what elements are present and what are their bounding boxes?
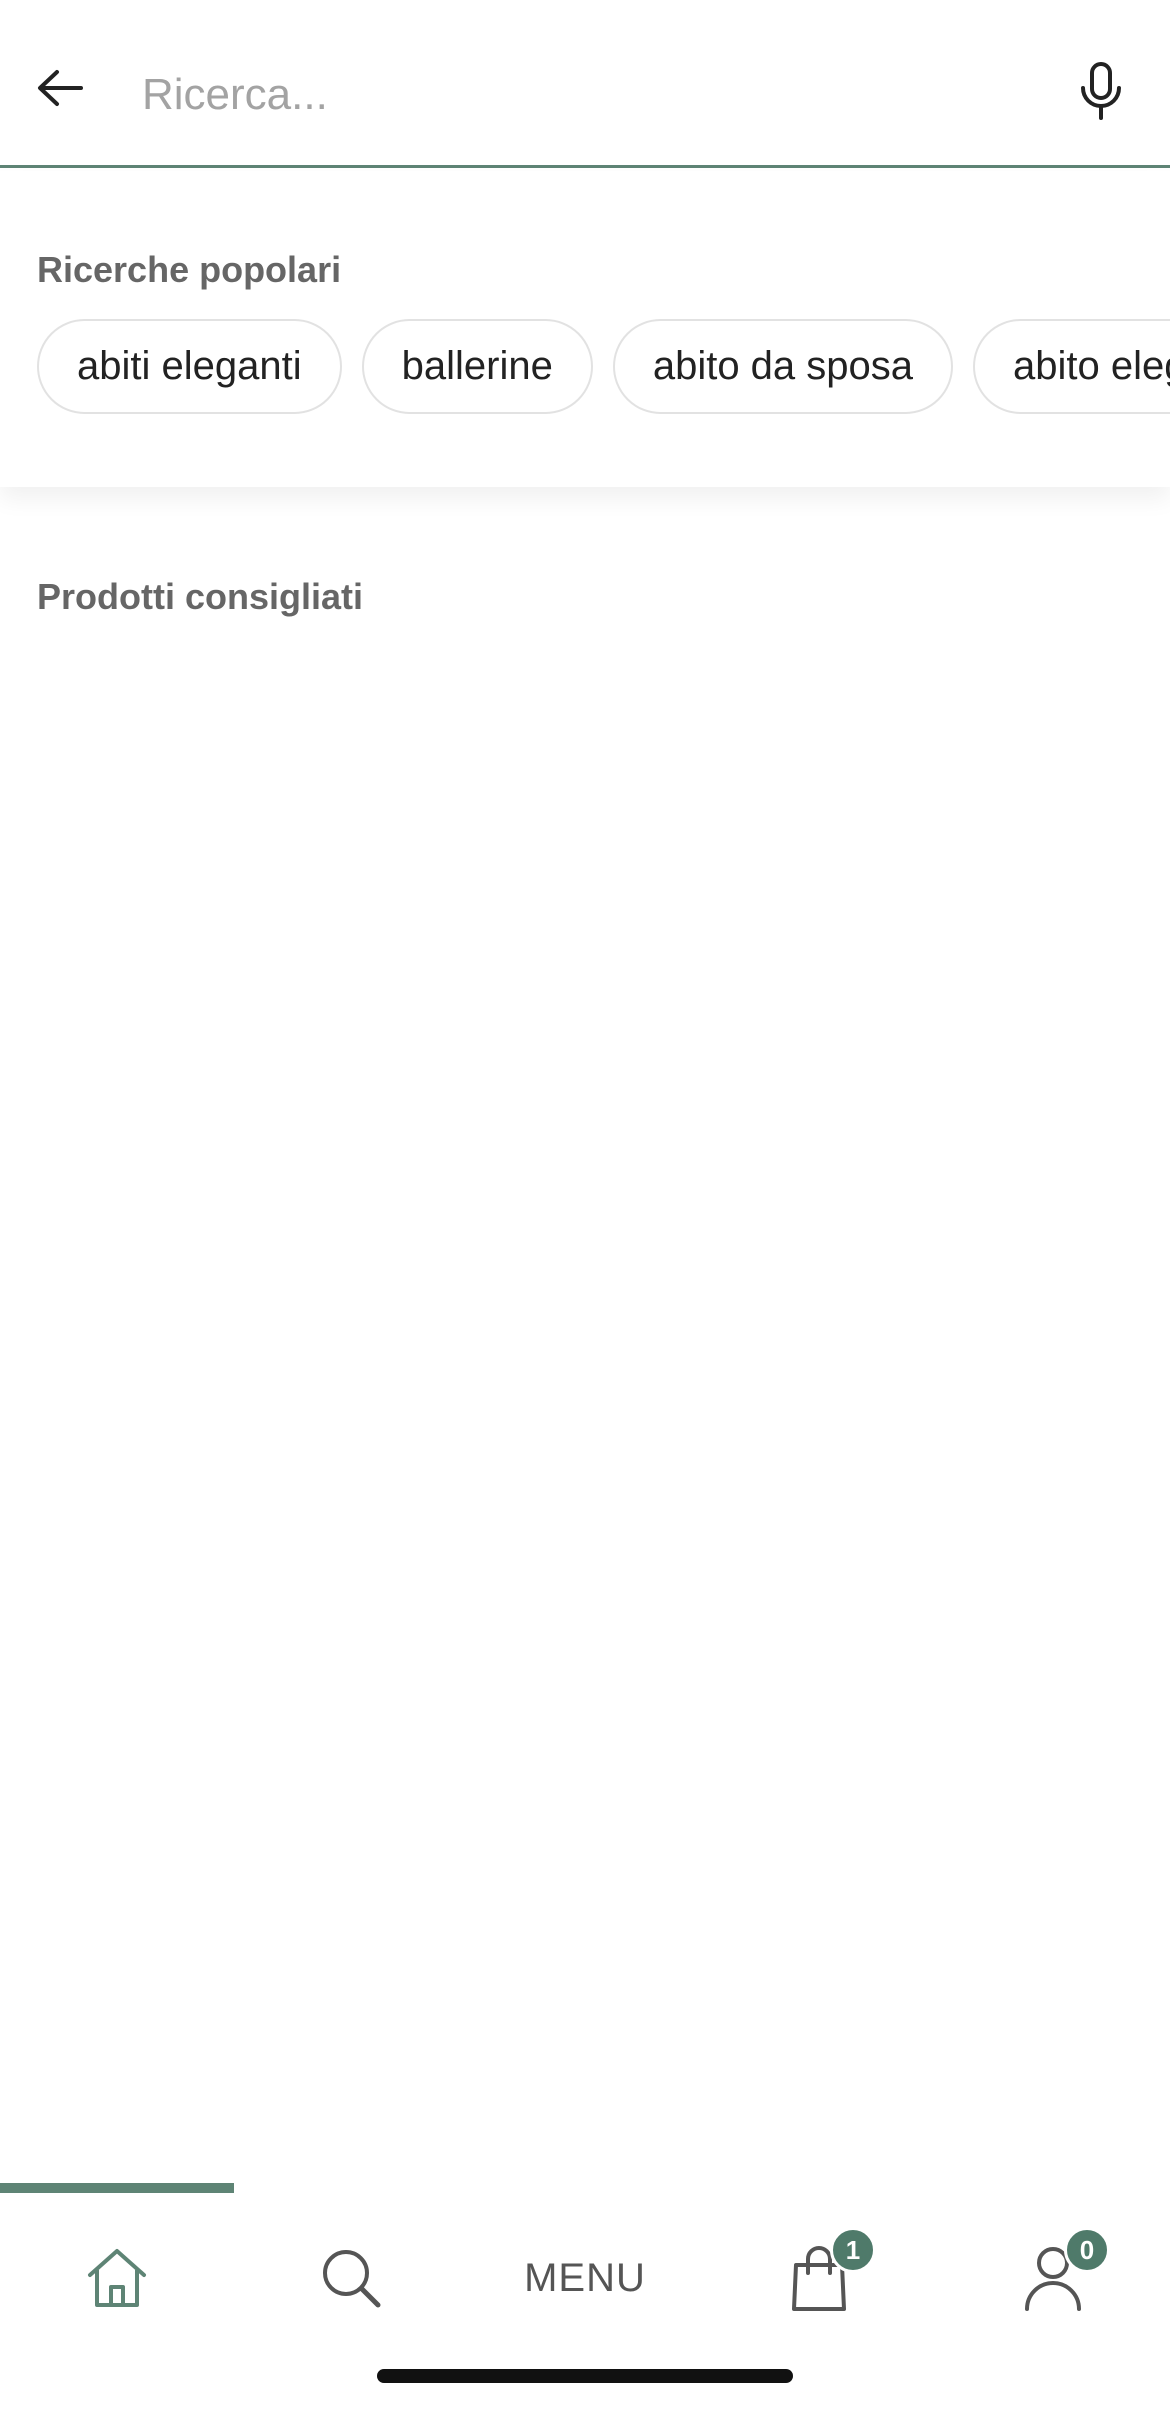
back-button[interactable] xyxy=(30,58,90,118)
popular-searches-chips: abiti eleganti ballerine abito da sposa … xyxy=(37,319,1170,414)
nav-menu[interactable]: MENU xyxy=(468,2223,702,2333)
recommended-products-title: Prodotti consigliati xyxy=(37,576,364,617)
nav-menu-label: MENU xyxy=(524,2255,646,2300)
cart-count-badge: 1 xyxy=(830,2227,876,2273)
nav-search[interactable] xyxy=(234,2223,468,2333)
search-page: Ricerche popolari abiti eleganti balleri… xyxy=(0,0,1170,2410)
popular-searches-title: Ricerche popolari xyxy=(37,249,342,290)
nav-account[interactable]: 0 xyxy=(936,2223,1170,2333)
search-header xyxy=(0,0,1170,168)
arrow-left-icon xyxy=(38,70,83,106)
account-count-badge: 0 xyxy=(1064,2227,1110,2273)
system-home-indicator[interactable] xyxy=(377,2369,793,2383)
search-chip[interactable]: abito elegante xyxy=(973,319,1170,414)
voice-search-button[interactable] xyxy=(1068,58,1134,124)
search-chip[interactable]: abiti eleganti xyxy=(37,319,342,414)
active-tab-indicator xyxy=(0,2183,234,2193)
popular-searches-section: Ricerche popolari abiti eleganti balleri… xyxy=(0,171,1170,487)
search-icon xyxy=(323,2250,381,2308)
search-chip[interactable]: abito da sposa xyxy=(612,319,954,414)
nav-cart[interactable]: 1 xyxy=(702,2223,936,2333)
home-icon xyxy=(88,2249,146,2307)
search-chip[interactable]: ballerine xyxy=(361,319,593,414)
microphone-icon xyxy=(1081,62,1121,120)
search-input[interactable] xyxy=(140,50,1040,140)
nav-home[interactable] xyxy=(0,2223,234,2333)
